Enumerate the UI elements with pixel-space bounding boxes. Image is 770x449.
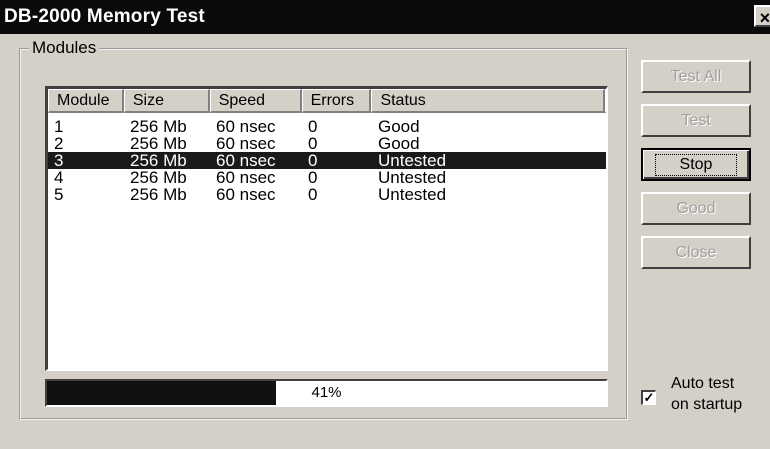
status-cell: Good [378,135,420,152]
size-cell: 256 Mb [130,152,187,169]
size-cell: 256 Mb [130,169,187,186]
status-cell: Untested [378,186,447,203]
list-rows: 1 256 Mb 60 nsec 0 Good 2 256 Mb 60 nsec 0 Good 3 2… [48,118,606,203]
title-bar[interactable]: DB-2000 Memory Test × [0,0,770,34]
stop-button[interactable]: Stop [641,148,751,181]
size-cell: 256 Mb [130,186,187,203]
status-cell: Good [378,118,420,135]
modules-list[interactable]: Module Size Speed Errors Status 1 256 Mb 6… [45,86,608,371]
column-header-filler [605,89,606,113]
module-cell: 5 [54,186,64,203]
column-header-speed[interactable]: Speed [209,89,302,113]
status-cell: Untested [378,152,447,169]
errors-cell: 0 [308,152,318,169]
test-all-button[interactable]: Test All [641,60,751,93]
module-cell: 3 [54,152,64,169]
auto-test-label-line2: on startup [671,396,743,413]
good-button[interactable]: Good [641,192,751,225]
column-header-status[interactable]: Status [371,89,605,113]
column-header-size[interactable]: Size [123,89,210,113]
speed-cell: 60 nsec [216,152,276,169]
test-progress-bar: 41% [45,379,608,407]
close-button[interactable]: Close [641,236,751,269]
progress-percent: 41% [311,384,342,401]
speed-cell: 60 nsec [216,186,276,203]
auto-test-checkbox[interactable]: ✓ [641,390,656,405]
table-row[interactable]: 1 256 Mb 60 nsec 0 Good [48,118,606,135]
stop-button-label: Stop [654,154,738,176]
list-header: Module Size Speed Errors Status [48,89,606,113]
auto-test-option[interactable]: ✓ Auto test on startup [641,373,769,423]
column-header-errors[interactable]: Errors [301,89,372,113]
speed-cell: 60 nsec [216,118,276,135]
table-row[interactable]: 3 256 Mb 60 nsec 0 Untested [48,152,606,169]
errors-cell: 0 [308,135,318,152]
memory-test-window: DB-2000 Memory Test × Modules Module Siz… [0,0,770,449]
window-title: DB-2000 Memory Test [4,6,205,27]
auto-test-label[interactable]: Auto test on startup [671,373,769,415]
size-cell: 256 Mb [130,118,187,135]
module-cell: 2 [54,135,64,152]
table-row[interactable]: 2 256 Mb 60 nsec 0 Good [48,135,606,152]
modules-group-label: Modules [29,38,100,58]
close-icon[interactable]: × [754,5,770,28]
errors-cell: 0 [308,169,318,186]
status-cell: Untested [378,169,447,186]
table-row[interactable]: 4 256 Mb 60 nsec 0 Untested [48,169,606,186]
test-button[interactable]: Test [641,104,751,137]
module-cell: 4 [54,169,64,186]
errors-cell: 0 [308,186,318,203]
column-header-module[interactable]: Module [48,89,124,113]
auto-test-label-line1: Auto test [671,375,735,392]
speed-cell: 60 nsec [216,169,276,186]
module-cell: 1 [54,118,64,135]
table-row[interactable]: 5 256 Mb 60 nsec 0 Untested [48,186,606,203]
size-cell: 256 Mb [130,135,187,152]
speed-cell: 60 nsec [216,135,276,152]
errors-cell: 0 [308,118,318,135]
